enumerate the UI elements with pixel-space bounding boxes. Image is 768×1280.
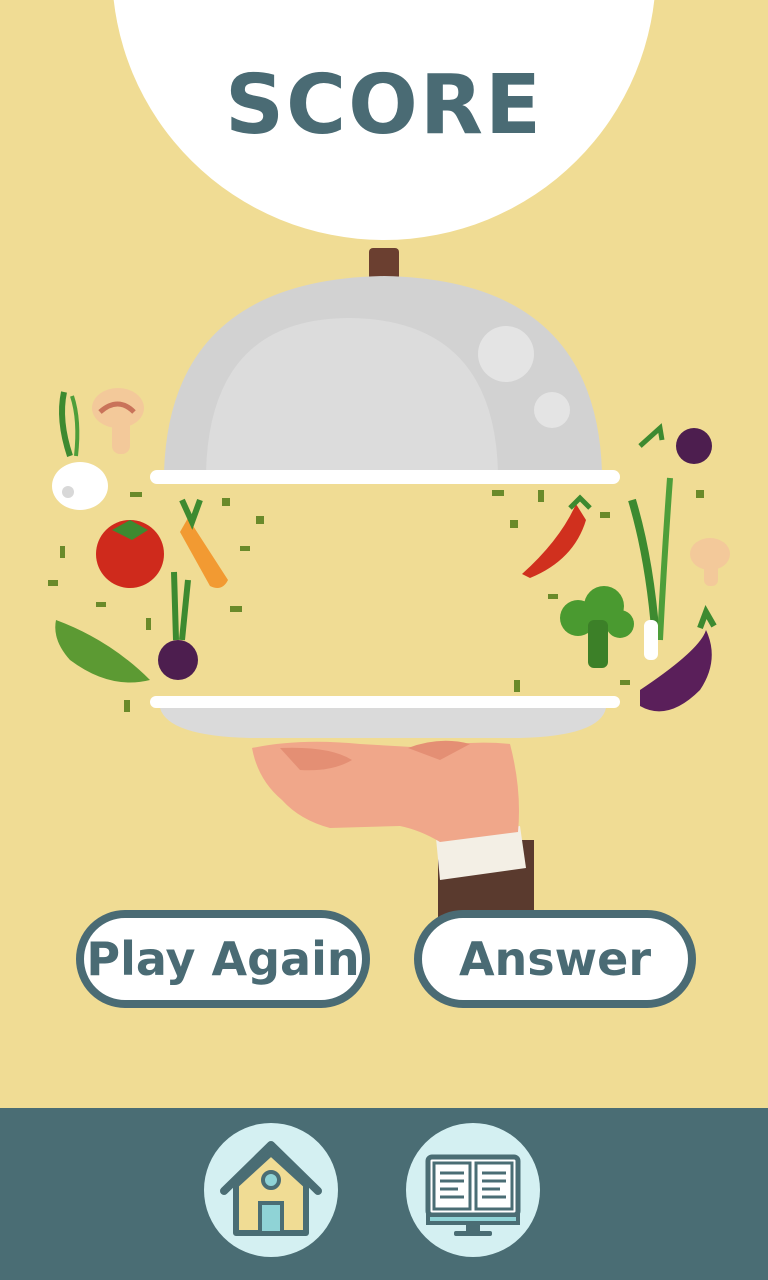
- bottom-navigation-bar: [0, 1108, 768, 1280]
- tray: [150, 696, 620, 738]
- play-again-button[interactable]: Play Again: [76, 910, 370, 1008]
- answer-label: Answer: [458, 932, 652, 986]
- lessons-button[interactable]: [406, 1123, 540, 1257]
- cloche: [150, 248, 620, 484]
- answer-button[interactable]: Answer: [414, 910, 696, 1008]
- home-icon: [220, 1141, 322, 1236]
- book-computer-icon: [425, 1154, 521, 1236]
- serving-cloche-illustration: [48, 248, 730, 920]
- score-title: SCORE: [224, 58, 544, 153]
- waiter-hand: [252, 740, 519, 842]
- home-button[interactable]: [204, 1123, 338, 1257]
- play-again-label: Play Again: [86, 932, 360, 986]
